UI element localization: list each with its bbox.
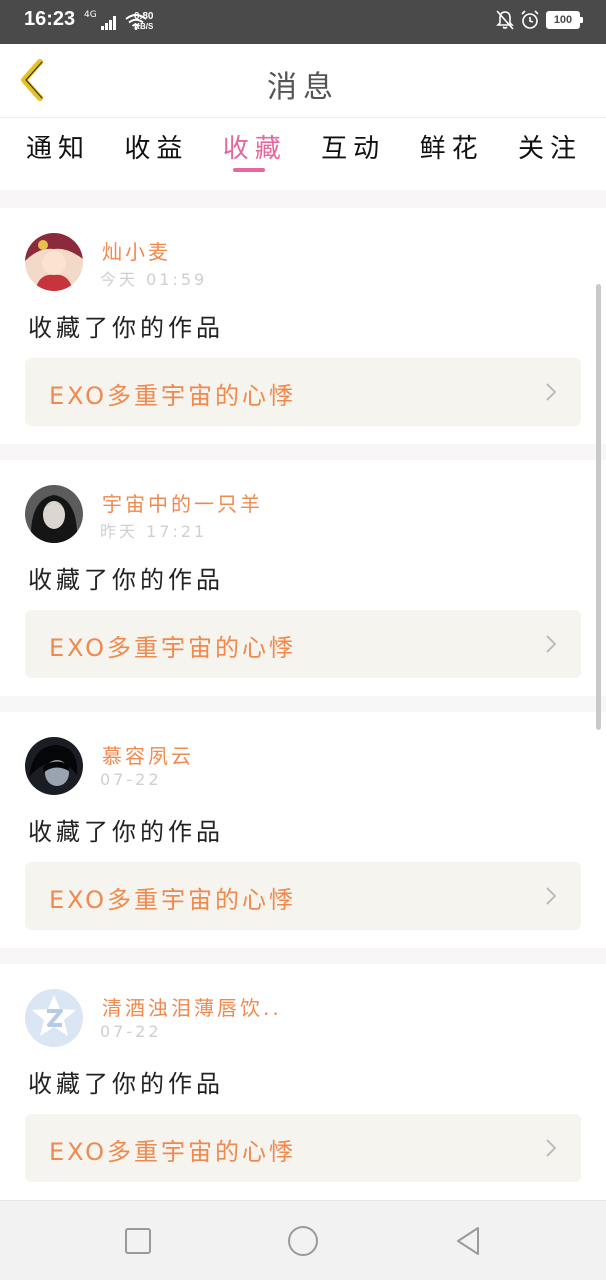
timestamp: 07-22 <box>100 1022 162 1041</box>
work-link[interactable]: EXO多重宇宙的心悸 <box>25 358 581 426</box>
avatar[interactable] <box>25 485 83 543</box>
alarm-icon <box>521 10 539 29</box>
user-name[interactable]: 清酒浊泪薄唇饮.. <box>102 992 282 1021</box>
tab-earnings[interactable]: 收益 <box>124 118 188 190</box>
tab-follow[interactable]: 关注 <box>518 118 582 190</box>
tab-label: 收益 <box>124 134 189 164</box>
tab-label: 关注 <box>517 134 582 164</box>
timestamp: 今天 01:59 <box>100 270 208 289</box>
action-text: 收藏了你的作品 <box>28 818 224 846</box>
speed-unit: KB/S <box>134 22 154 31</box>
work-title: EXO多重宇宙的心悸 <box>49 382 296 410</box>
tab-flowers[interactable]: 鲜花 <box>420 118 484 190</box>
work-link[interactable]: EXO多重宇宙的心悸 <box>25 862 581 930</box>
system-nav-bar <box>0 1200 606 1280</box>
signal-icon <box>100 16 116 30</box>
circle-icon[interactable] <box>285 1223 321 1259</box>
action-text: 收藏了你的作品 <box>28 1070 224 1098</box>
tab-label: 鲜花 <box>419 134 484 164</box>
work-title: EXO多重宇宙的心悸 <box>49 634 296 662</box>
scrollbar[interactable] <box>596 284 601 730</box>
tab-favorites[interactable]: 收藏 <box>223 118 287 190</box>
page-title: 消息 <box>267 70 339 105</box>
avatar[interactable] <box>25 737 83 795</box>
square-icon[interactable] <box>120 1223 156 1259</box>
triangle-back-icon[interactable] <box>450 1223 486 1259</box>
avatar[interactable] <box>25 233 83 291</box>
tab-label: 通知 <box>26 134 91 164</box>
user-name[interactable]: 慕容夙云 <box>102 740 194 769</box>
list-item: 清酒浊泪薄唇饮.. 07-22 收藏了你的作品 EXO多重宇宙的心悸 <box>0 964 606 1200</box>
user-name[interactable]: 宇宙中的一只羊 <box>102 488 263 517</box>
mute-bell-icon <box>496 10 514 30</box>
status-right: 100 <box>496 10 583 30</box>
work-link[interactable]: EXO多重宇宙的心悸 <box>25 610 581 678</box>
list-item: 灿小麦 今天 01:59 收藏了你的作品 EXO多重宇宙的心悸 <box>0 208 606 444</box>
work-title: EXO多重宇宙的心悸 <box>49 1138 296 1166</box>
list-item: 宇宙中的一只羊 昨天 17:21 收藏了你的作品 EXO多重宇宙的心悸 <box>0 460 606 696</box>
action-text: 收藏了你的作品 <box>28 566 224 594</box>
tab-interaction[interactable]: 互动 <box>321 118 385 190</box>
chevron-right-icon <box>546 383 557 401</box>
status-bar: 16:23 4G 0.80 KB/S 100 <box>0 0 606 44</box>
speed-value: 0.80 <box>134 11 154 22</box>
avatar[interactable] <box>25 989 83 1047</box>
list-item: 慕容夙云 07-22 收藏了你的作品 EXO多重宇宙的心悸 <box>0 712 606 948</box>
tab-label: 收藏 <box>222 134 287 164</box>
work-link[interactable]: EXO多重宇宙的心悸 <box>25 1114 581 1182</box>
timestamp: 07-22 <box>100 770 162 789</box>
timestamp: 昨天 17:21 <box>100 522 208 541</box>
active-tab-indicator <box>232 168 265 172</box>
chevron-right-icon <box>546 1139 557 1157</box>
tab-bar: 通知 收益 收藏 互动 鲜花 关注 <box>0 118 606 190</box>
chevron-right-icon <box>546 887 557 905</box>
work-title: EXO多重宇宙的心悸 <box>49 886 296 914</box>
user-name[interactable]: 灿小麦 <box>102 236 171 265</box>
network-speed: 0.80 KB/S <box>134 11 154 32</box>
battery-indicator: 100 <box>546 11 583 29</box>
action-text: 收藏了你的作品 <box>28 314 224 342</box>
tab-label: 互动 <box>321 134 386 164</box>
chevron-right-icon <box>546 635 557 653</box>
app-header: 消息 <box>0 44 606 118</box>
network-type: 4G <box>84 10 97 20</box>
status-time: 16:23 <box>24 8 76 30</box>
tab-notice[interactable]: 通知 <box>26 118 90 190</box>
